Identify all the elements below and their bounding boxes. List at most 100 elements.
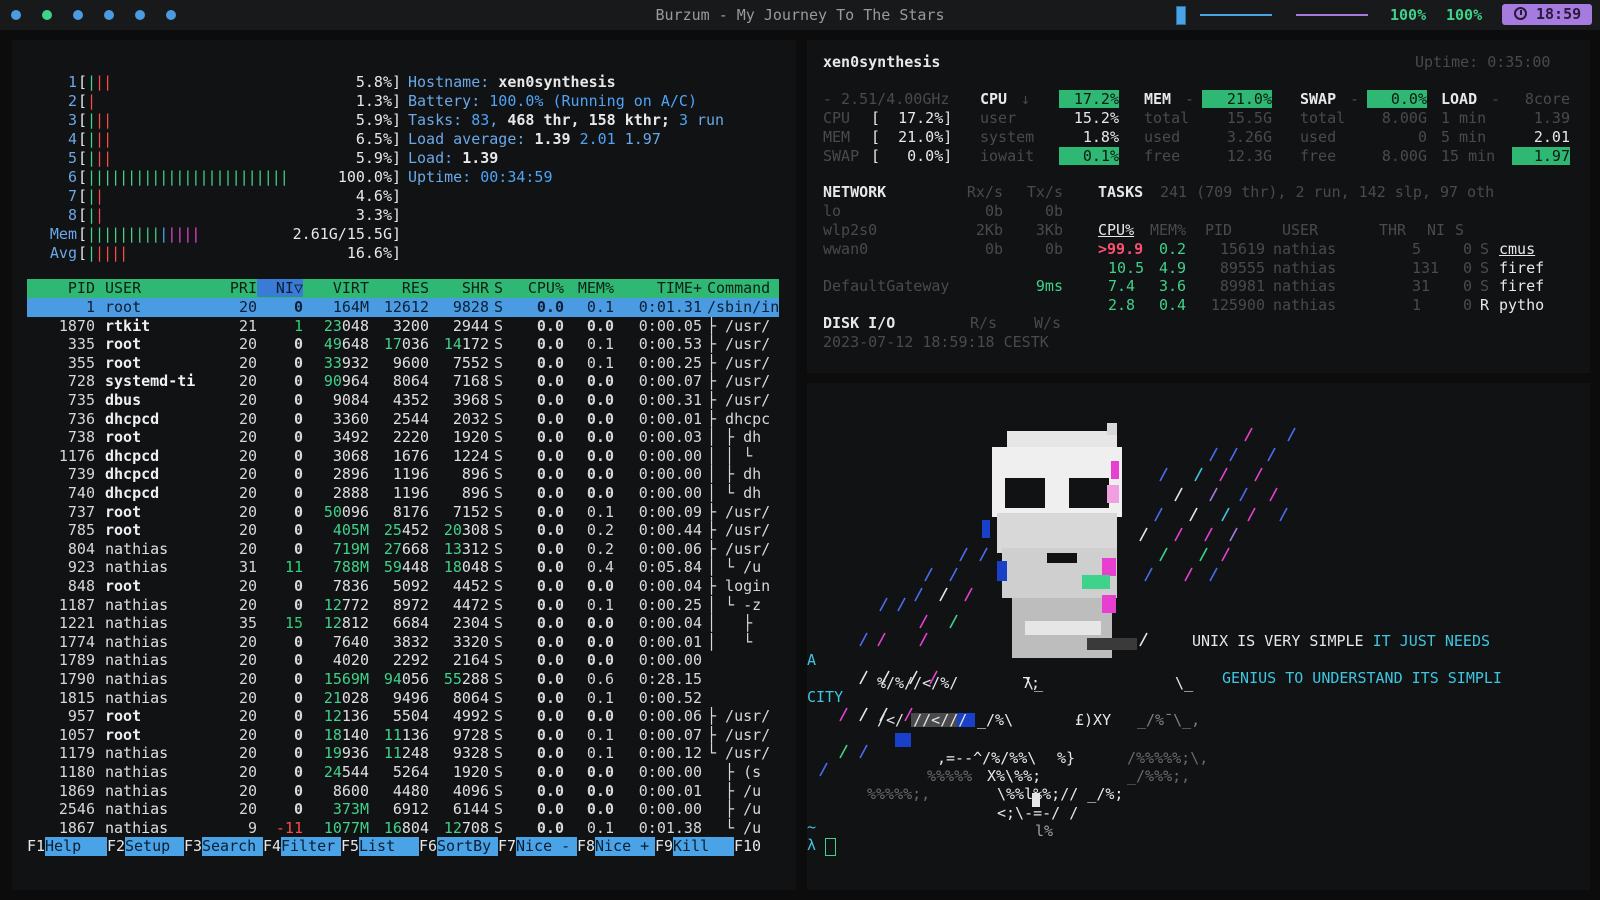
cell-res: 11248 [383, 744, 429, 763]
table-row[interactable]: 1774 nathias 20 0 7640 3832 3320 S 0.0 0.0 0:00.01… [27, 633, 779, 652]
task-command[interactable]: firef [1499, 277, 1544, 295]
fkey-f3[interactable]: F3 [184, 837, 202, 855]
table-row[interactable]: 1867 nathias 9 -11 1077M 16804 12708 S 0.0 0.1 0:0… [27, 819, 779, 838]
fkey-label-nice-[interactable]: Nice + [595, 837, 655, 856]
table-row[interactable]: 1869 nathias 20 0 8600 4480 4096 S 0.0 0.0 0:00.01… [27, 782, 779, 801]
tasks-header-s[interactable]: S [1455, 221, 1464, 239]
table-row[interactable]: 1870 rtkit 21 1 23048 3200 2944 S 0.0 0.0 0:00.05 ├… [27, 317, 779, 336]
table-row[interactable]: 1789 nathias 20 0 4020 2292 2164 S 0.0 0.0 0:00.00 [27, 651, 779, 670]
cell-mem%: 0.0 [586, 428, 614, 447]
fkey-label-help[interactable]: Help [45, 837, 107, 856]
table-row[interactable]: 785 root 20 0 405M 25452 20308 S 0.0 0.2 0:00.44 ├ … [27, 521, 779, 540]
tasks-header-ni[interactable]: NI [1427, 221, 1445, 239]
process-table-header[interactable]: PID USER PRI NI▽ VIRT RES SHR S CPU% MEM% TIME+ Com… [27, 279, 779, 298]
column-header-pri[interactable]: PRI [205, 279, 257, 297]
tasks-header-thr[interactable]: THR [1379, 221, 1406, 239]
table-row[interactable]: 735 dbus 20 0 9084 4352 3968 S 0.0 0.0 0:00.31 ├ /u… [27, 391, 779, 410]
cell-user: root [105, 707, 142, 726]
cell-time+: 0:00.53 [638, 335, 702, 354]
table-row[interactable]: 1176 dhcpcd 20 0 3068 1676 1224 S 0.0 0.0 0:00.00 │… [27, 447, 779, 466]
column-header-virt[interactable]: VIRT [303, 279, 369, 297]
volume-slider[interactable] [1200, 14, 1272, 16]
column-header-mem%[interactable]: MEM% [564, 279, 614, 297]
htop-pane[interactable]: 1[||| 5.8%] 2[| 1.3%] 3[||| 5.9%] 4[||| 6.5%] 5[… [12, 40, 796, 890]
table-row[interactable]: 1180 nathias 20 0 24544 5264 1920 S 0.0 0.0 0:00.0… [27, 763, 779, 782]
table-row[interactable]: 736 dhcpcd 20 0 3360 2544 2032 S 0.0 0.0 0:00.01 ├ … [27, 410, 779, 429]
fkey-label-filter[interactable]: Filter [281, 837, 341, 856]
table-row[interactable]: 737 root 20 0 50096 8176 7152 S 0.0 0.1 0:00.09 ├ /… [27, 503, 779, 522]
terminal-pane[interactable]: \_ \_ %/%//</%/ 7; /</ //</// _/%\ £)XY … [807, 383, 1590, 890]
table-row[interactable]: 804 nathias 20 0 719M 27668 13312 S 0.0 0.2 0:00.0… [27, 540, 779, 559]
mem-used: 3.26G [1226, 128, 1272, 146]
column-header-cpu%[interactable]: CPU% [508, 279, 564, 297]
table-row[interactable]: 2546 nathias 20 0 373M 6912 6144 S 0.0 0.0 0:00.00… [27, 800, 779, 819]
terminal-cursor[interactable] [825, 838, 836, 856]
fkey-f6[interactable]: F6 [419, 837, 437, 855]
fkey-f1[interactable]: F1 [27, 837, 45, 855]
table-row[interactable]: 355 root 20 0 33932 9600 7552 S 0.0 0.1 0:00.25 ├ /… [27, 354, 779, 373]
meter-7: 7[|| 4.6%] [12, 187, 402, 206]
task-command[interactable]: cmus [1499, 240, 1535, 258]
column-header-user[interactable]: USER [105, 279, 205, 297]
column-header-command[interactable]: Command [707, 279, 779, 297]
fkey-f5[interactable]: F5 [341, 837, 359, 855]
table-row[interactable]: 738 root 20 0 3492 2220 1920 S 0.0 0.0 0:00.03 │ ├ … [27, 428, 779, 447]
table-row[interactable]: 728 systemd-ti 20 0 90964 8064 7168 S 0.0 0.0 0:00… [27, 372, 779, 391]
column-header-pid[interactable]: PID [27, 279, 95, 297]
cell-time+: 0:00.07 [638, 372, 702, 391]
task-state: S [1480, 258, 1490, 277]
column-header-ni[interactable]: NI▽ [257, 279, 303, 297]
clock[interactable]: 18:59 [1502, 4, 1592, 25]
table-row[interactable]: 1790 nathias 20 0 1569M 94056 55288 S 0.0 0.6 0:28… [27, 670, 779, 689]
table-row[interactable]: 1057 root 20 0 18140 11136 9728 S 0.0 0.1 0:00.07 ├… [27, 726, 779, 745]
cell-cpu%: 0.0 [536, 428, 564, 447]
fkey-f8[interactable]: F8 [577, 837, 595, 855]
cell-virt: 12812 [323, 614, 369, 633]
task-command[interactable]: pytho [1499, 296, 1544, 314]
cell-cpu%: 0.0 [536, 744, 564, 763]
table-row[interactable]: 1187 nathias 20 0 12772 8972 4472 S 0.0 0.1 0:00.2… [27, 596, 779, 615]
column-header-time+[interactable]: TIME+ [614, 279, 702, 297]
fkey-f7[interactable]: F7 [498, 837, 516, 855]
meter-label: 3 [67, 111, 77, 129]
table-row[interactable]: 923 nathias 31 11 788M 59448 18048 S 0.0 0.4 0:05.… [27, 558, 779, 577]
cell-user: nathias [105, 781, 169, 800]
table-row[interactable]: 1179 nathias 20 0 19936 11248 9328 S 0.0 0.1 0:00.… [27, 744, 779, 763]
column-header-shr[interactable]: SHR [429, 279, 489, 297]
fkey-f2[interactable]: F2 [107, 837, 125, 855]
table-row[interactable]: 740 dhcpcd 20 0 2888 1196 896 S 0.0 0.0 0:00.00 │ └… [27, 484, 779, 503]
glances-pane[interactable]: xen0synthesis Uptime: 0:35:00 - 2.51/4.0… [807, 40, 1590, 373]
brightness-slider[interactable] [1296, 14, 1368, 16]
fkey-label-sortby[interactable]: SortBy [437, 837, 498, 856]
column-header-res[interactable]: RES [369, 279, 429, 297]
tasks-header-cpu%[interactable]: CPU% [1098, 221, 1134, 239]
cell-cpu%: 0.0 [536, 372, 564, 391]
function-key-bar[interactable]: F1 Help F2 Setup F3 Search F4 Filter F5 List F6 Sor… [27, 837, 787, 856]
meter-bracket-close: ] [392, 92, 402, 110]
cell-mem%: 0.2 [586, 521, 614, 540]
table-row[interactable]: 335 root 20 0 49648 17036 14172 S 0.0 0.1 0:00.53 ├… [27, 335, 779, 354]
fkey-f4[interactable]: F4 [263, 837, 281, 855]
tasks-header-user[interactable]: USER [1282, 221, 1318, 239]
fkey-label-nice-[interactable]: Nice - [516, 837, 577, 856]
fkey-f9[interactable]: F9 [655, 837, 673, 855]
task-command[interactable]: firef [1499, 259, 1544, 277]
fkey-label-search[interactable]: Search [202, 837, 263, 856]
table-row[interactable]: 1815 nathias 20 0 21028 9496 8064 S 0.0 0.1 0:00.5… [27, 689, 779, 708]
tasks-header-pid[interactable]: PID [1205, 221, 1232, 239]
column-header-s[interactable]: S [494, 279, 508, 297]
cell-pri: 20 [238, 446, 257, 465]
table-row[interactable]: 739 dhcpcd 20 0 2896 1196 896 S 0.0 0.0 0:00.00 │ ├… [27, 465, 779, 484]
meter-bracket-open: [ [78, 149, 88, 167]
table-row[interactable]: 957 root 20 0 12136 5504 4992 S 0.0 0.0 0:00.06 ├ /… [27, 707, 779, 726]
table-row[interactable]: 848 root 20 0 7836 5092 4452 S 0.0 0.0 0:00.04 ├ lo… [27, 577, 779, 596]
fkey-f10[interactable]: F10 [734, 837, 761, 855]
table-row[interactable]: 1221 nathias 35 15 12812 6684 2304 S 0.0 0.0 0:00.… [27, 614, 779, 633]
volume-icon[interactable] [1176, 6, 1186, 25]
table-row[interactable]: 1 root 20 0 164M 12612 9828 S 0.0 0.1 0:01.31/sbin… [27, 298, 779, 317]
cell-pid: 737 [67, 502, 95, 521]
tasks-header-mem%[interactable]: MEM% [1150, 221, 1186, 239]
fkey-label-kill[interactable]: Kill [673, 837, 734, 856]
fkey-label-setup[interactable]: Setup [125, 837, 184, 856]
fkey-label-list[interactable]: List [359, 837, 419, 856]
